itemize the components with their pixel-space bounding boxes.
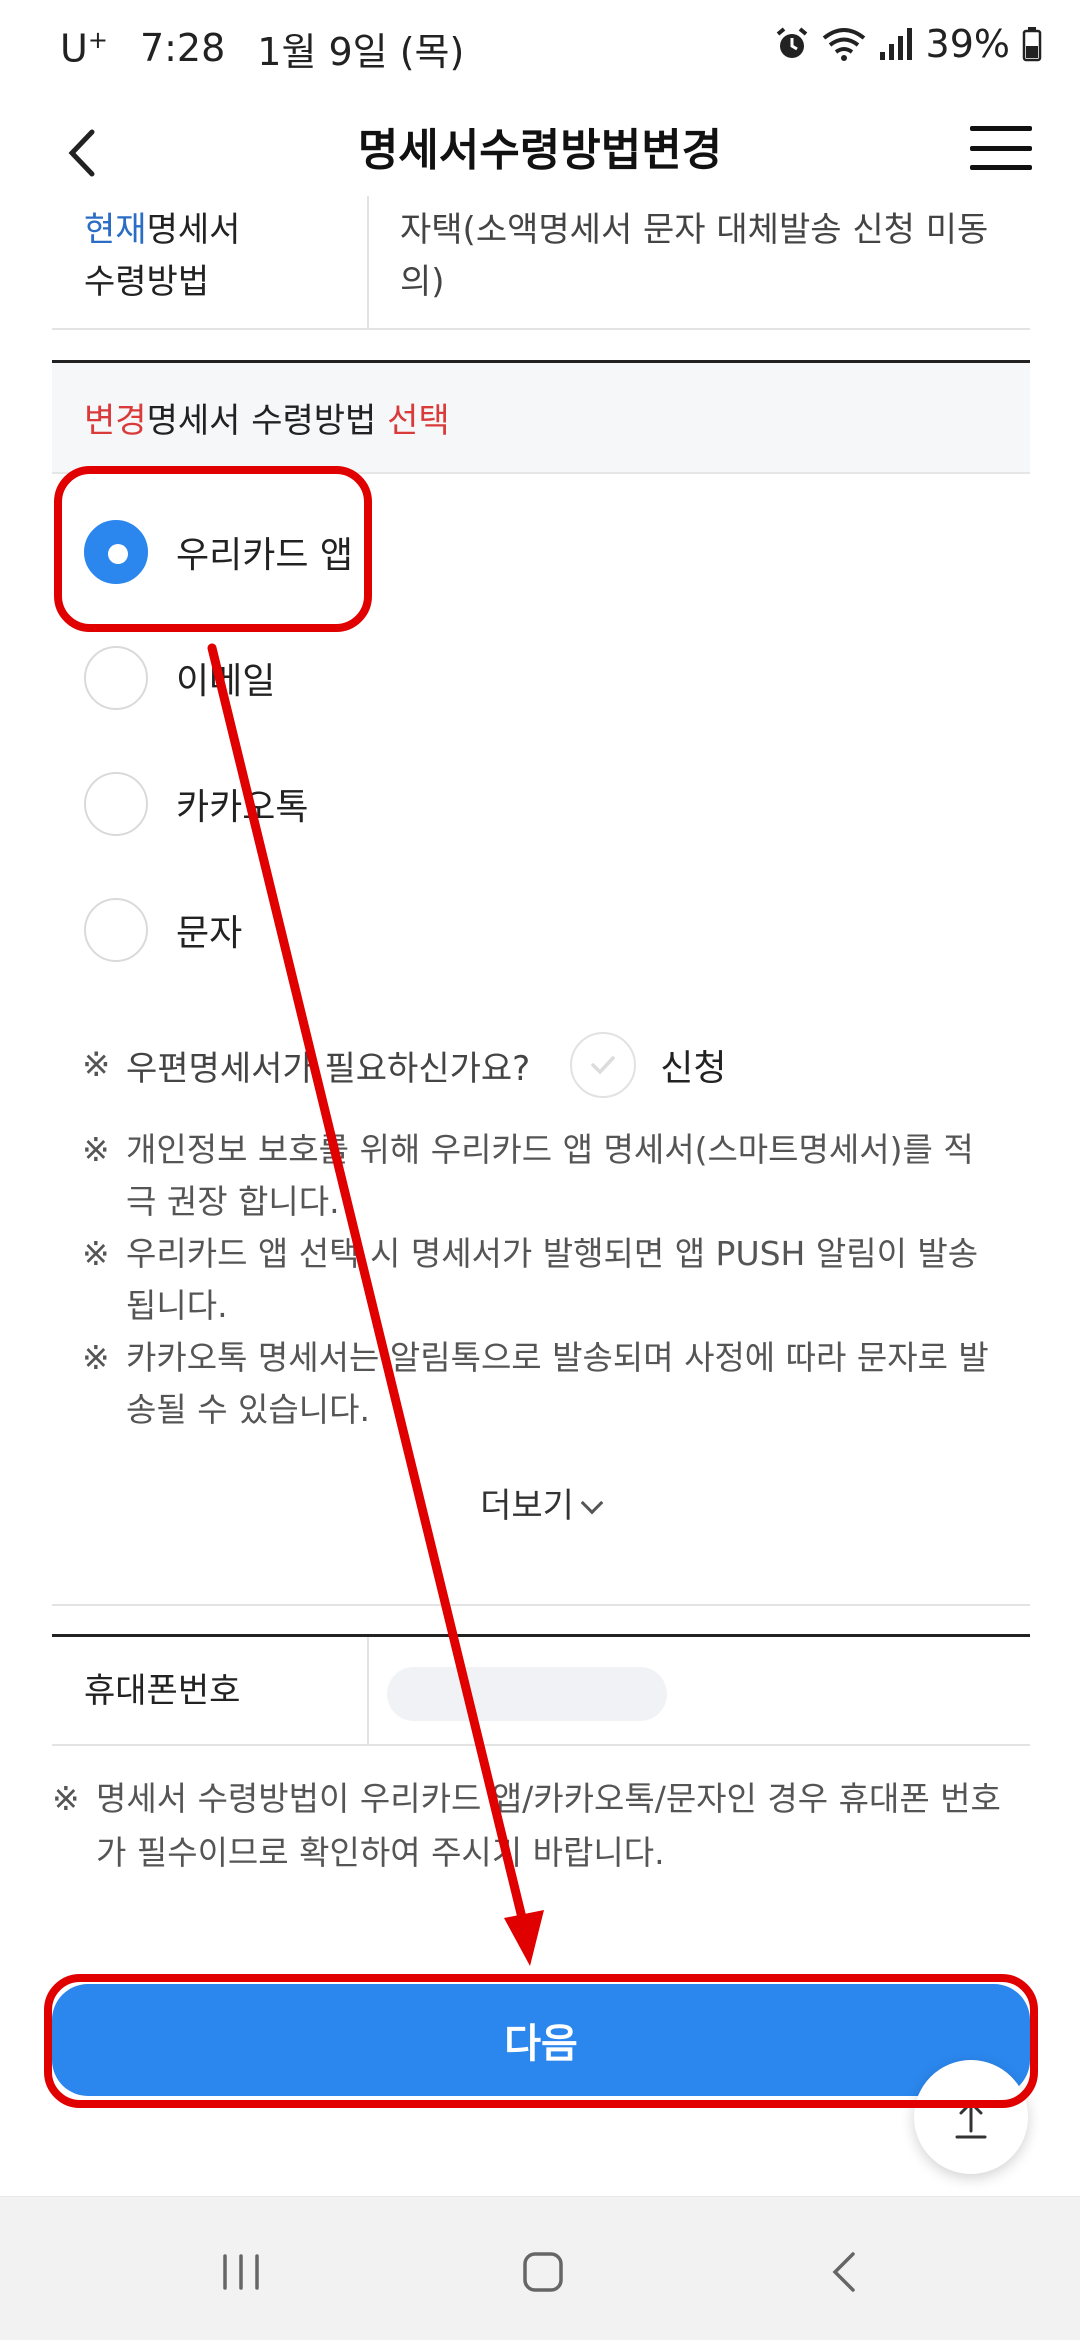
current-method-label: 현재명세서 수령방법 — [84, 210, 241, 302]
system-back-button[interactable] — [800, 2227, 890, 2317]
chevron-left-icon — [832, 2252, 855, 2292]
recent-apps-icon — [223, 2254, 259, 2290]
page-title: 명세서수령방법변경 — [357, 125, 723, 176]
status-date: 1월 9일 (목) — [257, 29, 465, 74]
note-item: ※ 우리카드 앱 선택 시 명세서가 발행되면 앱 PUSH 알림이 발송됩니다. — [82, 1234, 979, 1325]
scroll-top-button[interactable] — [914, 2060, 1028, 2174]
radio-label: 문자 — [176, 913, 243, 954]
hamburger-icon-line — [970, 165, 1032, 170]
phone-number-redacted — [387, 1667, 667, 1721]
carrier-label: U+ — [60, 25, 108, 71]
recent-apps-button[interactable] — [196, 2227, 286, 2317]
status-bar: U+ 7:28 1월 9일 (목) 39% — [0, 0, 1080, 96]
current-method-row: 현재명세서 수령방법 자택(소액명세서 문자 대체발송 신청 미동의) — [52, 196, 1030, 330]
check-icon — [591, 1056, 615, 1075]
section-header: 변경 명세서 수령방법 선택 — [52, 360, 1030, 474]
note-mark: ※ — [82, 1045, 111, 1085]
radio-option-sms[interactable]: 문자 — [84, 890, 584, 970]
note-item: ※ 카카오톡 명세서는 알림톡으로 발송되며 사정에 따라 문자로 발송될 수 있… — [82, 1338, 989, 1429]
radio-option-kakaotalk[interactable]: 카카오톡 — [84, 764, 584, 844]
notes-list: ※ 개인정보 보호를 위해 우리카드 앱 명세서(스마트명세서)를 적극 권장 합… — [82, 1124, 1002, 1436]
wifi-icon — [822, 28, 865, 61]
phone-note: ※ 명세서 수령방법이 우리카드 앱/카카오톡/문자인 경우 휴대폰 번호가 필수… — [52, 1779, 1001, 1872]
current-method-value: 자택(소액명세서 문자 대체발송 신청 미동의) — [400, 210, 989, 302]
radio-checked-icon[interactable] — [84, 520, 148, 584]
hamburger-icon-line — [970, 145, 1032, 151]
home-icon — [523, 2252, 563, 2292]
next-button[interactable]: 다음 — [52, 1984, 1030, 2096]
radio-label: 이메일 — [176, 661, 276, 702]
hamburger-icon-line — [970, 126, 1032, 131]
postal-apply-checkbox[interactable] — [570, 1032, 637, 1098]
radio-option-email[interactable]: 이메일 — [84, 638, 584, 718]
radio-label: 우리카드 앱 — [176, 535, 354, 576]
section-separator — [52, 1604, 1030, 1606]
chevron-down-icon — [580, 1491, 604, 1515]
home-button[interactable] — [498, 2227, 588, 2317]
radio-unchecked-icon[interactable] — [84, 772, 148, 836]
note-item: ※ 개인정보 보호를 위해 우리카드 앱 명세서(스마트명세서)를 적극 권장 합… — [82, 1130, 974, 1221]
arrow-up-icon — [955, 2100, 987, 2139]
phone-label: 휴대폰번호 — [84, 1671, 241, 1711]
radio-unchecked-icon[interactable] — [84, 646, 148, 710]
signal-icon — [879, 28, 912, 60]
more-button[interactable]: 더보기 — [0, 1478, 1080, 1527]
menu-button[interactable] — [970, 118, 1032, 178]
postal-statement-row: ※ 우편명세서가 필요하신가요? 신청 — [82, 1030, 982, 1100]
row-divider — [367, 1637, 369, 1745]
battery-icon — [1022, 27, 1042, 62]
battery-percent: 39% — [925, 22, 1010, 66]
row-divider — [367, 196, 369, 330]
radio-unchecked-icon[interactable] — [84, 898, 148, 962]
postal-apply-label[interactable]: 신청 — [660, 1039, 726, 1091]
system-nav-bar — [0, 2196, 1080, 2340]
postal-question: 우편명세서가 필요하신가요? — [126, 1048, 531, 1089]
phone-number-row: 휴대폰번호 — [52, 1634, 1030, 1746]
radio-label: 카카오톡 — [176, 787, 309, 828]
status-time: 7:28 — [139, 26, 226, 70]
radio-option-woori-app[interactable]: 우리카드 앱 — [84, 512, 584, 592]
alarm-icon — [776, 27, 807, 58]
